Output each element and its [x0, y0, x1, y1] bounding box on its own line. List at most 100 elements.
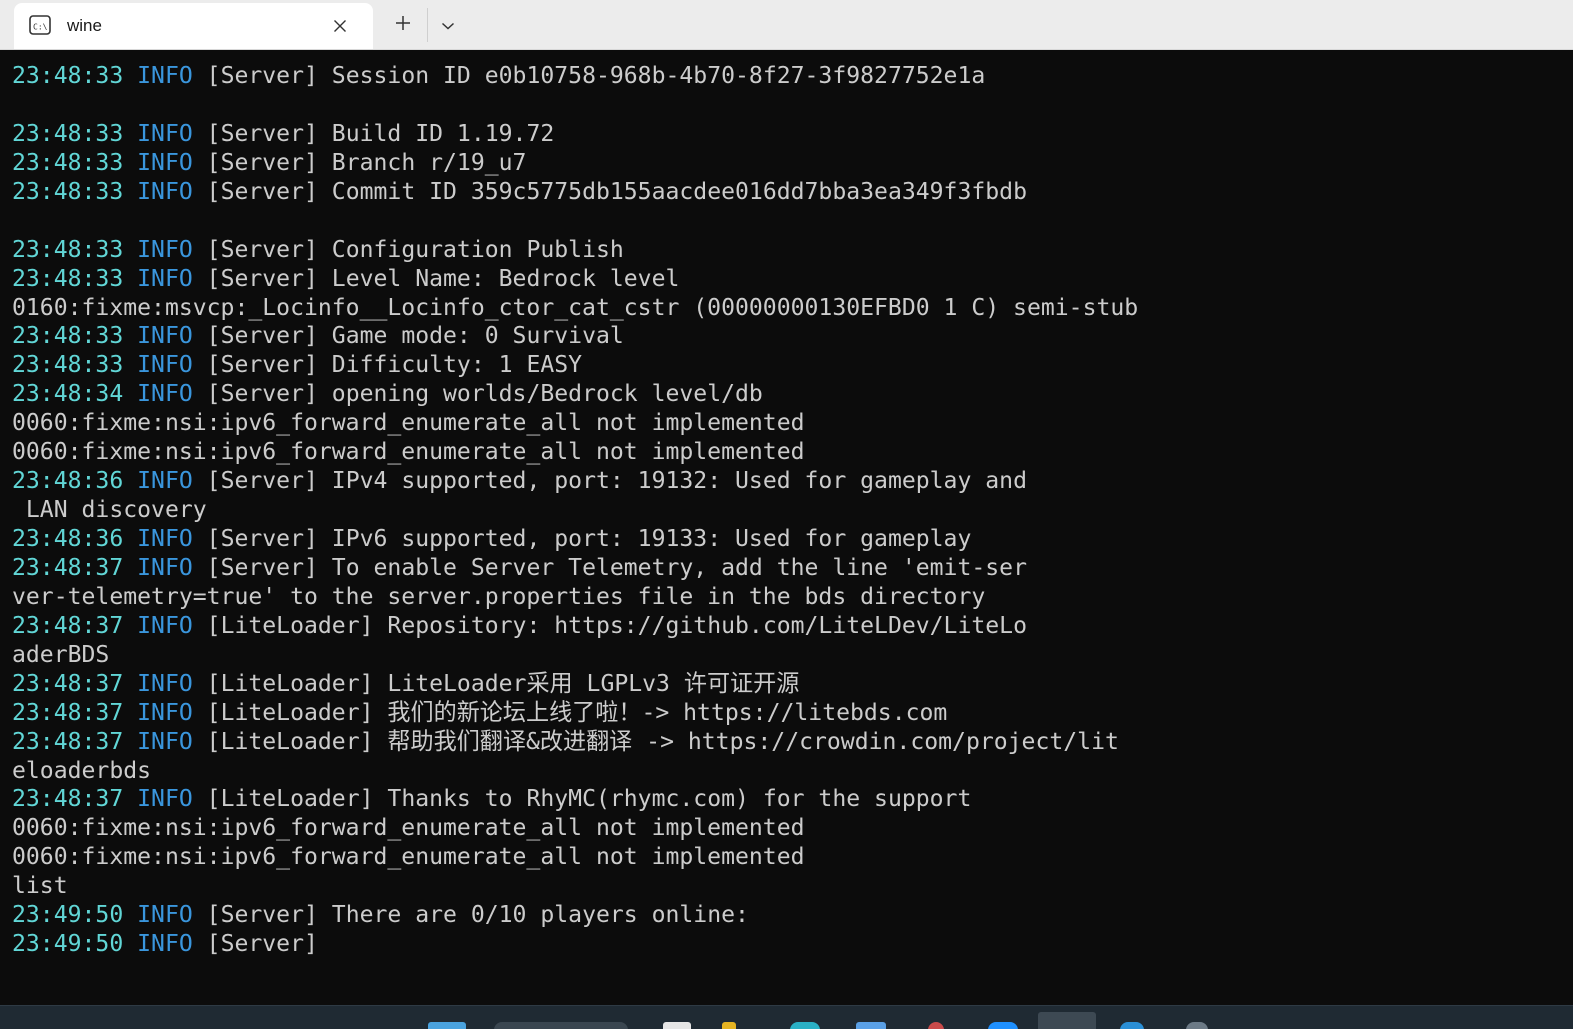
log-line: 23:48:36 INFO [Server] IPv6 supported, p… [12, 525, 1138, 554]
log-level: INFO [137, 786, 193, 813]
log-level: INFO [137, 323, 193, 350]
log-timestamp: 23:48:37 [12, 786, 124, 813]
log-message: [Server] Session ID e0b10758-968b-4b70-8… [192, 63, 986, 89]
log-line: 23:48:37 INFO [LiteLoader] Thanks to Rhy… [12, 785, 1138, 814]
log-line: 23:48:33 INFO [Server] Build ID 1.19.72 [12, 120, 1138, 149]
log-timestamp: 23:48:37 [12, 612, 124, 639]
log-level: INFO [137, 554, 193, 581]
log-line: 0060:fixme:nsi:ipv6_forward_enumerate_al… [12, 409, 1138, 438]
log-message: [Server] To enable Server Telemetry, add… [192, 554, 1027, 581]
log-line: 0160:fixme:msvcp:_Locinfo__Locinfo_ctor_… [12, 294, 1138, 323]
log-line: 23:49:50 INFO [Server] There are 0/10 pl… [12, 901, 1138, 930]
log-line: ver-telemetry=true' to the server.proper… [12, 583, 1138, 612]
log-message: [Server] There are 0/10 players online: [192, 902, 749, 929]
taskbar-item[interactable] [663, 1022, 691, 1029]
log-line: LAN discovery [12, 496, 1138, 525]
log-line: list [12, 872, 1138, 901]
log-text: aderBDS [12, 641, 110, 668]
log-line: 23:48:33 INFO [Server] Commit ID 359c577… [12, 178, 1138, 207]
log-level: INFO [137, 728, 193, 755]
log-timestamp: 23:48:34 [12, 381, 124, 408]
log-message: [Server] opening worlds/Bedrock level/db [192, 381, 763, 408]
tab-dropdown-button[interactable] [433, 10, 463, 40]
log-level: INFO [137, 178, 193, 205]
log-line: 23:48:37 INFO [Server] To enable Server … [12, 554, 1138, 583]
log-timestamp: 23:48:33 [12, 120, 124, 147]
log-text: 0060:fixme:nsi:ipv6_forward_enumerate_al… [12, 410, 805, 437]
log-message: [LiteLoader] Thanks to RhyMC(rhymc.com) … [192, 786, 972, 813]
log-message: [Server] Difficulty: 1 EASY [192, 352, 583, 379]
log-timestamp: 23:48:33 [12, 178, 124, 205]
log-timestamp: 23:48:37 [12, 670, 124, 697]
log-text: 0060:fixme:nsi:ipv6_forward_enumerate_al… [12, 844, 805, 871]
close-icon[interactable] [330, 16, 350, 36]
title-bar: C:\ wine [0, 0, 1573, 50]
taskbar-item[interactable] [928, 1022, 944, 1029]
log-timestamp: 23:48:33 [12, 323, 124, 350]
log-line: 23:48:33 INFO [Server] Configuration Pub… [12, 236, 1138, 265]
log-level: INFO [137, 149, 193, 176]
log-timestamp: 23:48:33 [12, 265, 124, 292]
log-line: 23:48:36 INFO [Server] IPv4 supported, p… [12, 467, 1138, 496]
log-message: [Server] [192, 931, 318, 958]
log-message: [LiteLoader] 帮助我们翻译&改进翻译 -> https://crow… [192, 728, 1119, 755]
log-level: INFO [137, 699, 193, 726]
log-level: INFO [137, 670, 193, 697]
taskbar-item[interactable] [790, 1022, 820, 1029]
log-level: INFO [137, 236, 193, 263]
terminal-icon: C:\ [29, 15, 51, 35]
log-message: [Server] Game mode: 0 Survival [192, 323, 624, 350]
taskbar-item[interactable] [856, 1022, 886, 1029]
log-level: INFO [137, 526, 193, 552]
taskbar-item[interactable] [1186, 1022, 1208, 1029]
taskbar-item[interactable] [722, 1022, 736, 1029]
log-level: INFO [137, 931, 193, 958]
log-timestamp: 23:48:33 [12, 63, 124, 89]
svg-text:C:\: C:\ [33, 23, 48, 32]
log-message: [LiteLoader] Repository: https://github.… [192, 612, 1027, 639]
log-text: eloaderbds [12, 757, 152, 784]
taskbar [0, 1005, 1573, 1029]
taskbar-item[interactable] [428, 1022, 466, 1029]
log-line: 23:48:37 INFO [LiteLoader] LiteLoader采用 … [12, 670, 1138, 699]
log-level: INFO [137, 265, 193, 292]
log-text: 0060:fixme:nsi:ipv6_forward_enumerate_al… [12, 815, 805, 842]
tab-wine[interactable]: C:\ wine [14, 3, 373, 49]
new-tab-button[interactable] [386, 10, 420, 40]
log-level: INFO [137, 902, 193, 929]
log-line: 23:48:33 INFO [Server] Level Name: Bedro… [12, 265, 1138, 294]
log-message: [Server] Commit ID 359c5775db155aacdee01… [192, 178, 1027, 205]
log-level: INFO [137, 468, 193, 495]
log-timestamp: 23:49:50 [12, 902, 124, 929]
taskbar-item[interactable] [988, 1022, 1018, 1029]
log-line: 0060:fixme:nsi:ipv6_forward_enumerate_al… [12, 438, 1138, 467]
log-line: 23:48:33 INFO [Server] Branch r/19_u7 [12, 149, 1138, 178]
log-line: 23:48:37 INFO [LiteLoader] 我们的新论坛上线了啦！->… [12, 699, 1138, 728]
taskbar-item[interactable] [1120, 1022, 1144, 1029]
log-message: [Server] Level Name: Bedrock level [192, 265, 680, 292]
terminal-output[interactable]: 23:48:33 INFO [Server] Session ID e0b107… [0, 50, 1573, 1005]
chevron-down-icon [441, 16, 455, 35]
log-timestamp: 23:48:37 [12, 699, 124, 726]
log-message: [Server] IPv6 supported, port: 19133: Us… [192, 526, 972, 552]
log-line: 23:48:37 INFO [LiteLoader] 帮助我们翻译&改进翻译 -… [12, 728, 1138, 757]
log-level: INFO [137, 120, 193, 147]
log-timestamp: 23:48:37 [12, 728, 124, 755]
log-timestamp: 23:48:36 [12, 526, 124, 552]
log-text: LAN discovery [12, 497, 207, 524]
log-line [12, 91, 1138, 120]
taskbar-item[interactable] [494, 1022, 628, 1029]
log-text: ver-telemetry=true' to the server.proper… [12, 583, 986, 610]
tab-divider [427, 8, 428, 42]
log-line: 23:49:50 INFO [Server] [12, 930, 1138, 959]
log-message: [Server] Configuration Publish [192, 236, 624, 263]
log-line: 23:48:33 INFO [Server] Session ID e0b107… [12, 62, 1138, 91]
log-message: [Server] Branch r/19_u7 [192, 149, 527, 176]
log-line: 23:48:37 INFO [LiteLoader] Repository: h… [12, 612, 1138, 641]
log-line: 0060:fixme:nsi:ipv6_forward_enumerate_al… [12, 814, 1138, 843]
log-timestamp: 23:48:36 [12, 468, 124, 495]
taskbar-item-active[interactable] [1038, 1012, 1096, 1029]
log-timestamp: 23:48:33 [12, 236, 124, 263]
log-message: [LiteLoader] LiteLoader采用 LGPLv3 许可证开源 [192, 670, 800, 697]
log-timestamp: 23:48:33 [12, 149, 124, 176]
